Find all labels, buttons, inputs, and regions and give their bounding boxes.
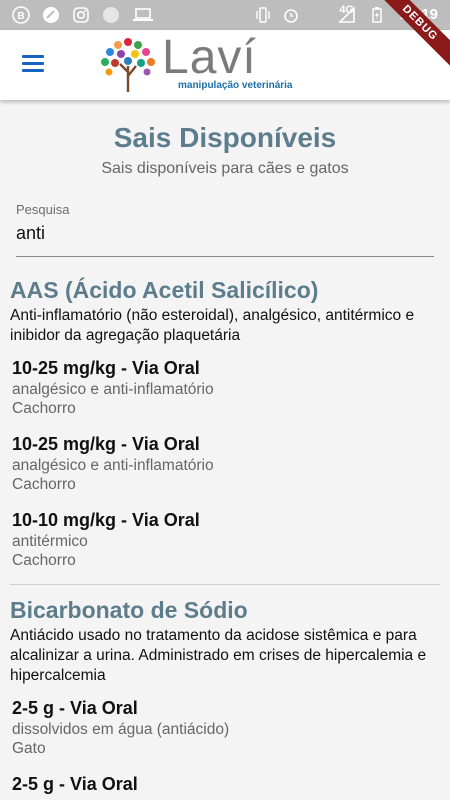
dose-item: 10-25 mg/kg - Via Oral analgésico e anti… — [10, 356, 440, 418]
dose-item: 10-25 mg/kg - Via Oral analgésico e anti… — [10, 432, 440, 494]
dose-item: 2-5 g - Via Oral — [10, 772, 440, 796]
divider — [10, 584, 440, 585]
salt-description: Antiácido usado no tratamento da acidose… — [10, 627, 427, 684]
svg-text:B: B — [17, 11, 24, 22]
logo-wordmark: Laví — [162, 31, 257, 84]
dose-title: 10-25 mg/kg - Via Oral — [12, 358, 200, 378]
blogger-icon: B — [12, 6, 30, 24]
dose-title: 10-25 mg/kg - Via Oral — [12, 434, 200, 454]
page-title: Sais Disponíveis — [113, 122, 337, 153]
dose-item: 2-5 g - Via Oral dissolvidos em água (an… — [10, 696, 440, 758]
dose-species: Gato — [12, 740, 46, 757]
logo-tree-icon — [101, 38, 155, 92]
salt-card: AAS (Ácido Acetil Salicílico) Anti-infla… — [0, 277, 450, 570]
salt-card: Bicarbonato de Sódio Antiácido usado no … — [0, 597, 450, 796]
dose-use: analgésico e anti-inflamatório — [12, 381, 214, 398]
page-subtitle: Sais disponíveis para cães e gatos — [101, 160, 349, 177]
dose-species: Cachorro — [12, 476, 76, 493]
signal-icon — [338, 6, 355, 23]
logo-tagline: manipulação veterinária — [178, 80, 293, 91]
instagram-icon — [73, 7, 89, 23]
menu-icon[interactable] — [18, 52, 48, 78]
search-input[interactable] — [16, 217, 434, 257]
salt-name: AAS (Ácido Acetil Salicílico) — [10, 277, 319, 303]
alarm-icon — [284, 9, 298, 23]
dose-species: Cachorro — [12, 400, 76, 417]
dose-use: analgésico e anti-inflamatório — [12, 457, 214, 474]
search-label: Pesquisa — [16, 202, 70, 217]
status-bar: B 4G 16:19 — [0, 0, 450, 30]
app-icon — [43, 7, 59, 23]
app-bar: Laví manipulação veterinária — [0, 30, 450, 100]
dose-item: 10-10 mg/kg - Via Oral antitérmico Cacho… — [10, 508, 440, 570]
dose-title: 2-5 g - Via Oral — [12, 774, 138, 794]
dose-species: Cachorro — [12, 552, 76, 569]
dose-use: antitérmico — [12, 533, 88, 550]
vibrate-icon — [256, 7, 270, 23]
salt-description: Anti-inflamatório (não esteroidal), anal… — [10, 307, 415, 344]
dose-title: 10-10 mg/kg - Via Oral — [12, 510, 200, 530]
laptop-icon — [133, 8, 153, 21]
salt-name: Bicarbonato de Sódio — [10, 597, 248, 623]
sync-icon — [103, 7, 119, 23]
search-field: Pesquisa — [16, 202, 434, 257]
dose-title: 2-5 g - Via Oral — [12, 698, 138, 718]
dose-use: dissolvidos em água (antiácido) — [12, 721, 230, 738]
battery-charging-icon — [372, 7, 382, 23]
main-content: Sais Disponíveis Sais disponíveis para c… — [0, 100, 450, 800]
